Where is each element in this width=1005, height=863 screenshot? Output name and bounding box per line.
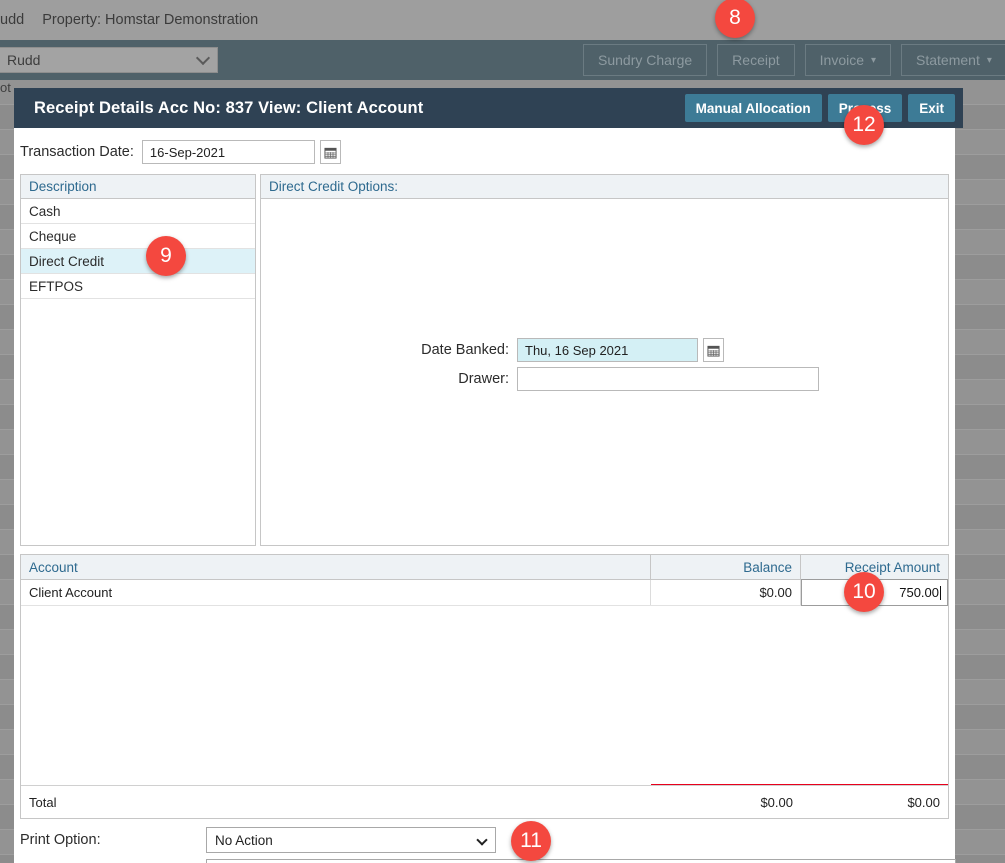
account-select-value: Rudd (7, 52, 40, 68)
comment-input[interactable]: Guest credit to be held for future booki… (206, 859, 956, 863)
date-banked-calendar-button[interactable] (703, 338, 724, 362)
description-row-label: Cash (29, 204, 61, 219)
breadcrumb-property: Property: Homstar Demonstration (42, 12, 258, 28)
drawer-label: Drawer: (261, 371, 509, 387)
description-row-cash[interactable]: Cash (21, 199, 255, 224)
column-header-account: Account (21, 555, 651, 579)
toolbar-button-receipt[interactable]: Receipt (717, 44, 794, 76)
text-cursor (940, 586, 941, 600)
transaction-date-label: Transaction Date: (20, 144, 134, 160)
chevron-down-icon (196, 51, 210, 65)
modal-header: Receipt Details Acc No: 837 View: Client… (14, 88, 963, 128)
exit-button[interactable]: Exit (908, 94, 955, 122)
transaction-date-value: 16-Sep-2021 (150, 145, 225, 160)
direct-credit-options-panel: Direct Credit Options: Date Banked: Thu,… (260, 174, 949, 546)
description-row-direct-credit[interactable]: Direct Credit (21, 249, 255, 274)
description-row-label: Cheque (29, 229, 76, 244)
chevron-down-icon: ▾ (987, 55, 992, 66)
chevron-down-icon (476, 834, 487, 845)
transaction-date-calendar-button[interactable] (320, 140, 341, 164)
account-table-total-row: Total $0.00 $0.00 (21, 785, 948, 818)
step-marker-12: 12 (844, 105, 884, 145)
account-table-body: Client Account$0.00 750.00 (21, 580, 948, 606)
date-banked-input[interactable]: Thu, 16 Sep 2021 (517, 338, 698, 362)
drawer-input[interactable] (517, 367, 819, 391)
print-option-label: Print Option: (20, 832, 206, 848)
description-row-label: Direct Credit (29, 254, 104, 269)
manual-allocation-button[interactable]: Manual Allocation (685, 94, 822, 122)
step-marker-11: 11 (511, 821, 551, 861)
toolbar-button-label: Receipt (732, 52, 779, 68)
description-row-cheque[interactable]: Cheque (21, 224, 255, 249)
modal-header-buttons: Manual Allocation Process Exit (685, 94, 955, 122)
options-panel-header: Direct Credit Options: (261, 175, 948, 199)
options-panel-body: Date Banked: Thu, 16 Sep 2021 (261, 199, 948, 546)
receipt-amount-value: 750.00 (899, 585, 939, 600)
account-table-header: Account Balance Receipt Amount (21, 555, 948, 580)
print-option-row: Print Option: No Action (20, 827, 496, 853)
step-marker-10: 10 (844, 572, 884, 612)
drawer-row: Drawer: (261, 367, 819, 391)
toolbar-button-label: Statement (916, 52, 980, 68)
toolbar-button-sundry-charge[interactable]: Sundry Charge (583, 44, 707, 76)
description-panel: Description Cash Cheque Direct Credit EFTPO… (20, 174, 256, 546)
account-table: Account Balance Receipt Amount Client Ac… (20, 554, 949, 819)
total-label: Total (21, 795, 651, 810)
chevron-down-icon: ▾ (871, 55, 876, 66)
step-marker-9: 9 (146, 236, 186, 276)
date-banked-label: Date Banked: (261, 342, 509, 358)
comment-row: Comment: Guest credit to be held for fut… (20, 859, 956, 863)
total-receipt-amount: $0.00 (801, 795, 948, 810)
screen-root: udd Property: Homstar Demonstration Rudd… (0, 0, 1005, 863)
background-top-breadcrumb-bar: udd Property: Homstar Demonstration (0, 0, 1005, 40)
calendar-icon (707, 344, 720, 357)
table-row[interactable]: Client Account$0.00 750.00 (21, 580, 948, 606)
calendar-icon (324, 146, 337, 159)
date-banked-value: Thu, 16 Sep 2021 (525, 343, 628, 358)
toolbar-button-statement[interactable]: Statement ▾ (901, 44, 1005, 76)
transaction-date-input[interactable]: 16-Sep-2021 (142, 140, 315, 164)
description-list: Cash Cheque Direct Credit EFTPOS (21, 199, 255, 299)
description-row-label: EFTPOS (29, 279, 83, 294)
toolbar-button-invoice[interactable]: Invoice ▾ (805, 44, 891, 76)
print-option-select[interactable]: No Action (206, 827, 496, 853)
column-header-balance: Balance (651, 555, 801, 579)
account-select[interactable]: Rudd (0, 47, 218, 73)
total-balance: $0.00 (651, 795, 801, 810)
cell-balance: $0.00 (651, 580, 801, 605)
background-partial-label: ot (0, 80, 11, 95)
print-option-value: No Action (215, 833, 273, 848)
description-column-header: Description (21, 175, 255, 199)
description-row-eftpos[interactable]: EFTPOS (21, 274, 255, 299)
receipt-details-modal: Receipt Details Acc No: 837 View: Client… (14, 88, 963, 863)
toolbar-button-label: Invoice (820, 52, 864, 68)
page-title: Receipt Details Acc No: 837 View: Client… (34, 99, 423, 118)
toolbar-button-group: Sundry ChargeReceiptInvoice▾Statement▾Ch… (583, 44, 1005, 76)
date-banked-row: Date Banked: Thu, 16 Sep 2021 (261, 338, 821, 362)
toolbar-button-label: Sundry Charge (598, 52, 692, 68)
cell-account: Client Account (21, 580, 651, 605)
breadcrumb-user: udd (0, 12, 24, 28)
transaction-date-row: Transaction Date: 16-Sep-2021 (20, 140, 341, 164)
